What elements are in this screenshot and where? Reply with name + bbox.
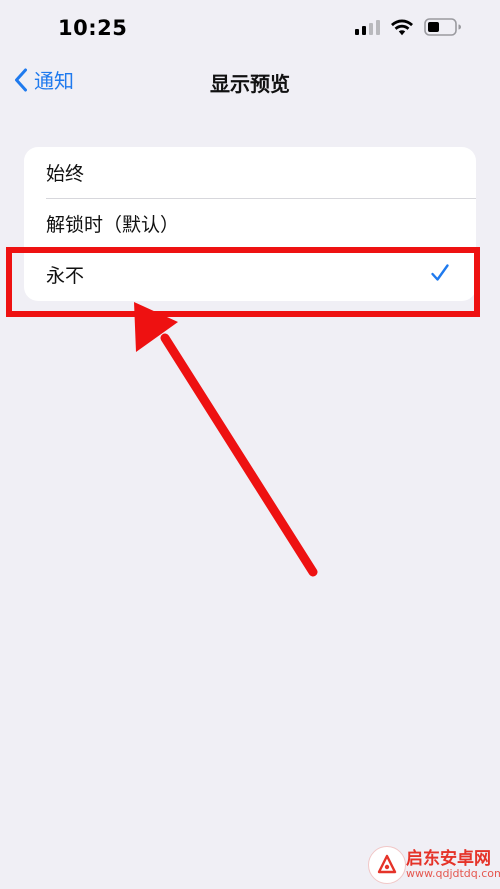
option-label: 永不 [46, 265, 85, 287]
option-always[interactable]: 始终 [24, 147, 476, 198]
status-bar: 10:25 [0, 0, 500, 60]
battery-icon [424, 18, 461, 36]
watermark: 启东安卓网 www.qdjdtdq.com [362, 838, 500, 889]
option-never[interactable]: 永不 [24, 249, 476, 300]
status-icons [355, 18, 462, 36]
wifi-icon [391, 19, 413, 36]
watermark-logo-icon [368, 846, 406, 884]
page-title: 显示预览 [210, 72, 290, 96]
annotation-arrow [134, 302, 318, 577]
checkmark-icon [431, 264, 449, 281]
watermark-url: www.qdjdtdq.com [406, 867, 500, 880]
option-when-unlocked[interactable]: 解锁时（默认） [24, 198, 476, 249]
option-label: 始终 [46, 163, 85, 185]
status-time: 10:25 [58, 16, 128, 40]
watermark-title: 启东安卓网 [406, 849, 491, 869]
option-label: 解锁时（默认） [46, 214, 180, 236]
preview-options-list: 始终 解锁时（默认） 永不 [24, 147, 476, 301]
cellular-signal-icon [355, 19, 380, 35]
navigation-bar: 通知 显示预览 [0, 60, 500, 104]
